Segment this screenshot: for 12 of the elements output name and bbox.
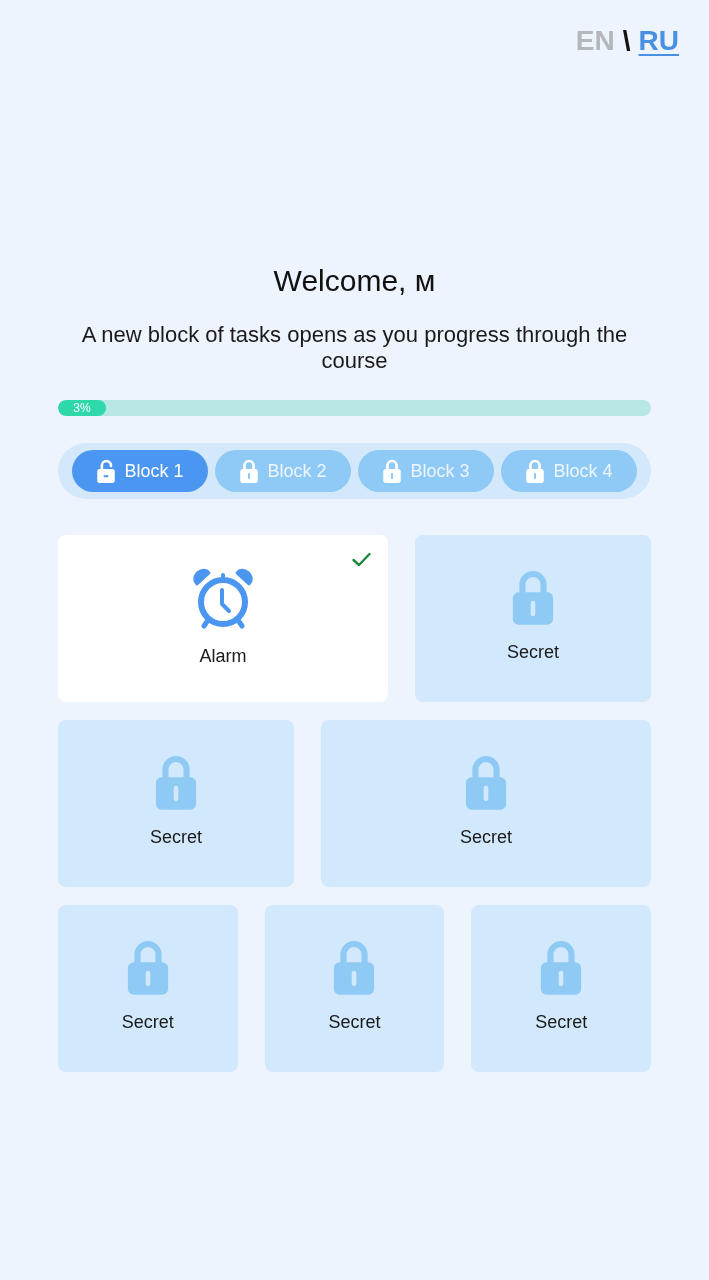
locked-task-card[interactable]: Secret xyxy=(415,535,651,702)
progress-percent: 3% xyxy=(73,401,91,415)
subtitle-text: A new block of tasks opens as you progress through the course xyxy=(80,322,629,374)
task-card[interactable]: Alarm xyxy=(58,535,388,702)
language-separator: \ xyxy=(622,24,631,58)
welcome-title: Welcome, м xyxy=(272,263,437,299)
locked-task-card[interactable]: Secret xyxy=(58,905,238,1072)
locked-task-card[interactable]: Secret xyxy=(58,720,294,887)
alarm-clock-icon xyxy=(191,567,255,631)
locked-task-card[interactable]: Secret xyxy=(321,720,651,887)
locked-task-card[interactable]: Secret xyxy=(264,905,445,1072)
locked-task-card[interactable]: Secret xyxy=(471,905,651,1072)
